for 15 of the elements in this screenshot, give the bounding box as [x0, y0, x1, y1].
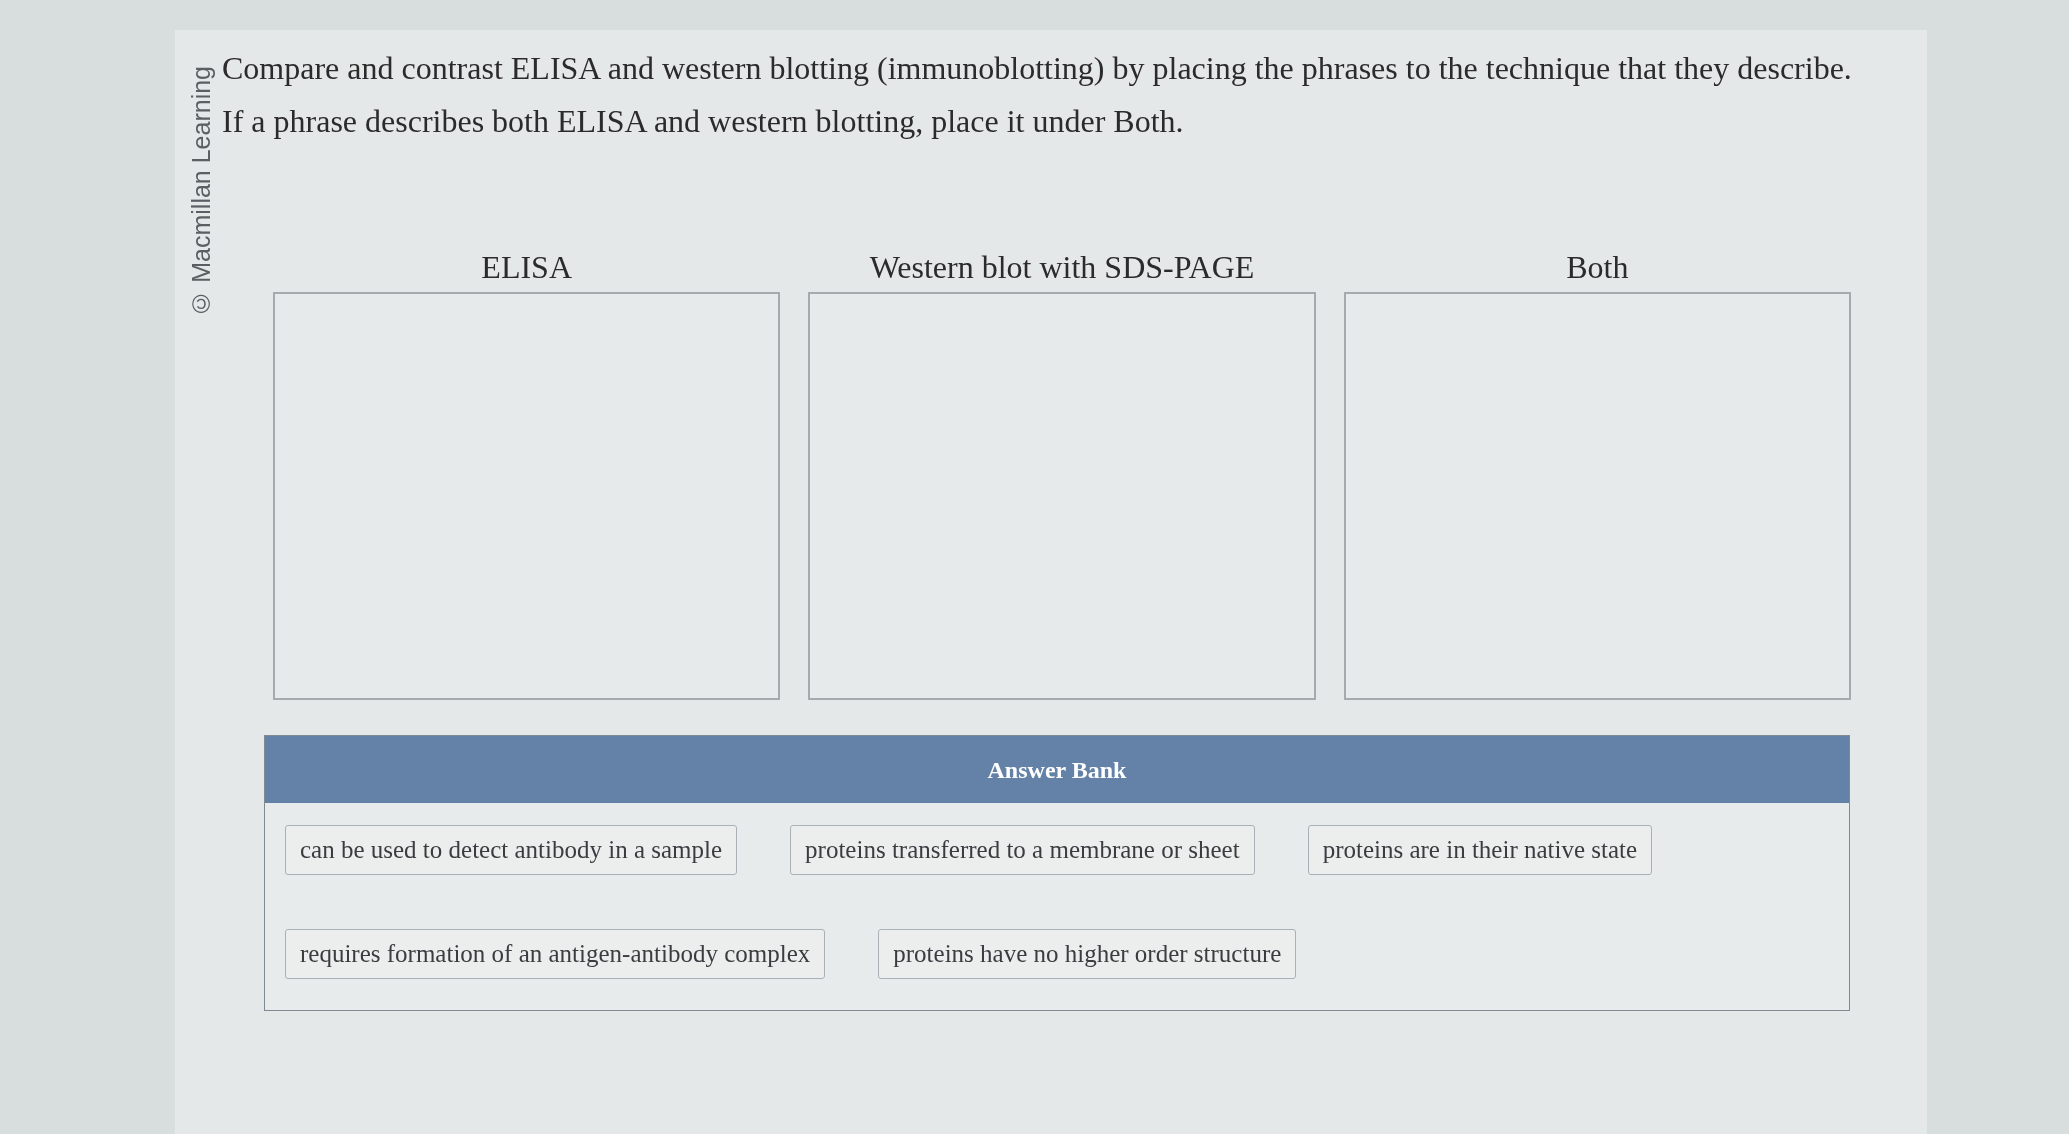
draggable-phrase[interactable]: proteins transferred to a membrane or sheet — [790, 825, 1255, 875]
drop-zone[interactable] — [808, 292, 1316, 700]
drop-zone[interactable] — [1343, 292, 1851, 700]
column-heading: ELISA — [481, 248, 572, 286]
draggable-phrase[interactable]: proteins are in their native state — [1307, 825, 1653, 875]
draggable-phrase[interactable]: can be used to detect antibody in a sample — [285, 825, 738, 875]
copyright-notice: © Macmillan Learning — [188, 66, 214, 318]
instruction-text: If a phrase describes both ELISA and western blotting, place it under Both. — [222, 102, 1185, 141]
draggable-phrase[interactable]: requires formation of an antigen-antibody complex — [285, 929, 826, 979]
column-heading: Western blot with SDS-PAGE — [869, 248, 1255, 286]
column-heading: Both — [1566, 248, 1629, 286]
instruction-text: Compare and contrast ELISA and western blotting (immunoblotting) by placing the phrases to the technique that they describe. — [222, 49, 1852, 88]
draggable-phrase[interactable]: proteins have no higher order structure — [878, 929, 1297, 979]
drop-zone[interactable] — [273, 292, 781, 700]
answer-bank-title: Answer Bank — [987, 755, 1127, 784]
